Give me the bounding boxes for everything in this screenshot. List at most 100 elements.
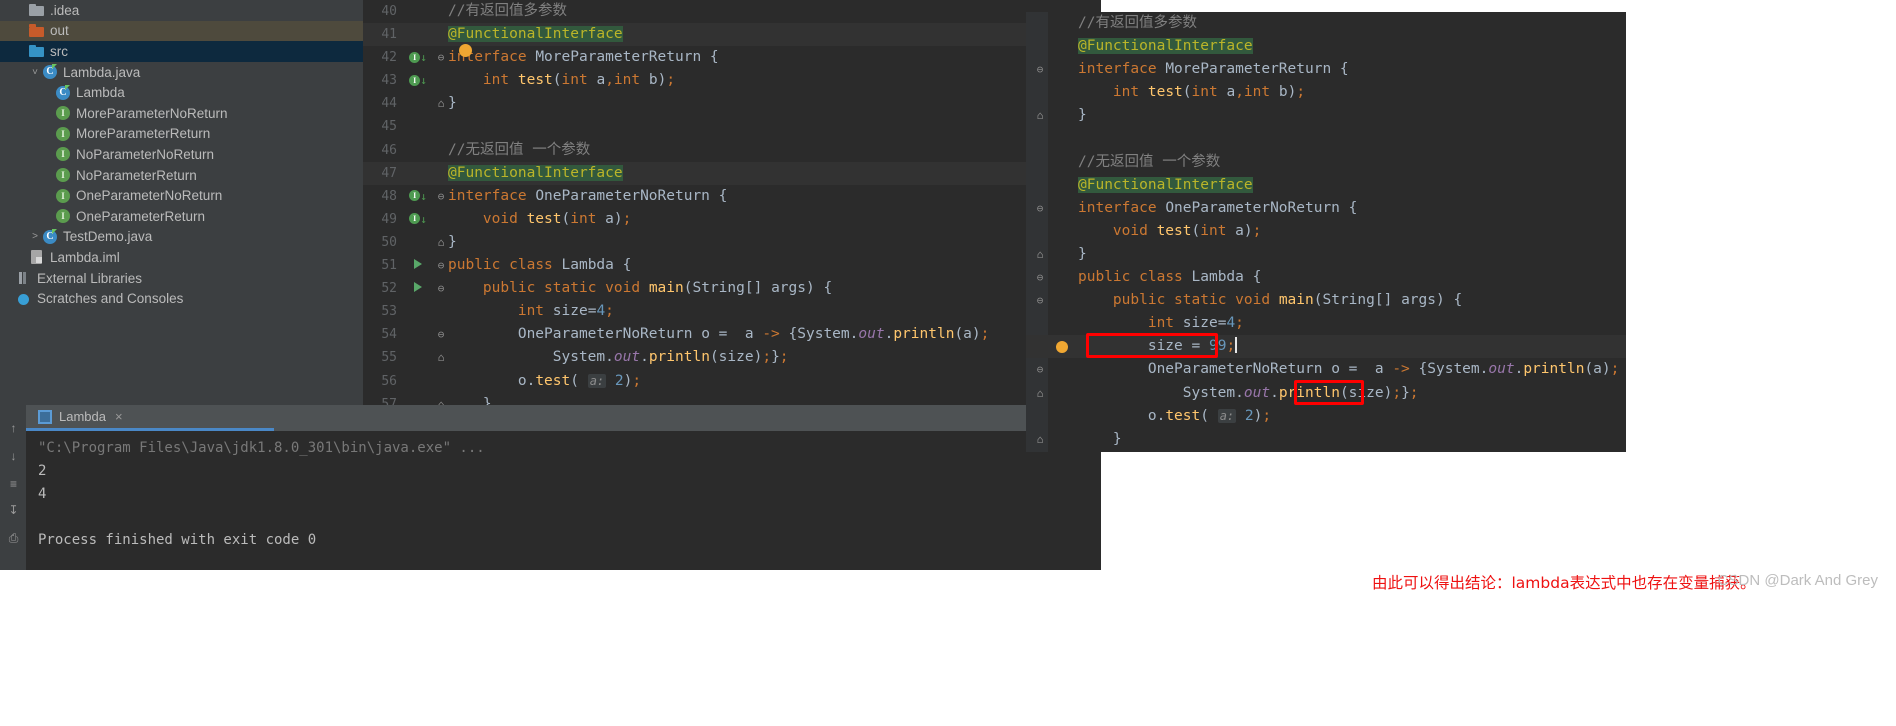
tree-item-src[interactable]: src: [0, 41, 363, 62]
library-icon: [16, 270, 32, 286]
implemented-gutter-icon[interactable]: I ↓: [407, 46, 429, 69]
editor-line-41[interactable]: 41 @FunctionalInterface: [363, 23, 1101, 47]
tree-item-lambda-java[interactable]: ˅ Lambda.java: [0, 62, 363, 83]
folder-blue-icon: [29, 43, 45, 59]
tree-item--idea[interactable]: .idea: [0, 0, 363, 21]
fold-end-icon[interactable]: ⌂: [435, 346, 447, 369]
editor-line-54[interactable]: 54 ⊖ OneParameterNoReturn o = a -> {Syste…: [363, 323, 1101, 346]
console-tab-label: Lambda: [59, 409, 106, 424]
overlay-line-9: void test(int a);: [1026, 220, 1626, 243]
tree-item-oneparameterreturn[interactable]: OneParameterReturn: [0, 206, 363, 227]
editor-line-55[interactable]: 55 ⌂ System.out.println(size);};: [363, 346, 1101, 369]
editor-line-53[interactable]: 53 int size=4;: [363, 300, 1101, 323]
tree-item-lambda-iml[interactable]: Lambda.iml: [0, 247, 363, 268]
scroll-down-icon[interactable]: ↓: [6, 449, 21, 464]
fold-end-icon[interactable]: ⌂: [435, 231, 447, 254]
tree-item-moreparameterreturn[interactable]: MoreParameterReturn: [0, 124, 363, 145]
run-gutter-icon[interactable]: [407, 277, 429, 300]
editor-line-49[interactable]: 49 I ↓ void test(int a);: [363, 208, 1101, 231]
tree-item-label: External Libraries: [37, 270, 143, 286]
code-text: int size=4;: [1147, 315, 1244, 332]
fold-collapse-icon[interactable]: ⊖: [435, 185, 447, 208]
editor-line-44[interactable]: 44 ⌂}: [363, 92, 1101, 115]
fold-collapse-icon[interactable]: ⊖: [435, 277, 447, 300]
editor-line-51[interactable]: 51 ⊖ public class Lambda {: [363, 254, 1101, 277]
code-text: int size=4;: [517, 303, 614, 320]
tree-item-label: Lambda.java: [63, 64, 141, 80]
interface-icon: [55, 146, 71, 162]
console-output[interactable]: "C:\Program Files\Java\jdk1.8.0_301\bin\…: [26, 431, 1101, 570]
interface-icon: [55, 188, 71, 204]
tree-item-label: OneParameterNoReturn: [76, 188, 223, 204]
line-number: 44: [381, 96, 397, 112]
tree-item-label: TestDemo.java: [63, 229, 153, 245]
tree-item-noparameterreturn[interactable]: NoParameterReturn: [0, 165, 363, 186]
scroll-up-icon[interactable]: ↑: [6, 421, 21, 436]
line-number: 52: [381, 281, 397, 297]
fold-collapse-icon[interactable]: ⊖: [435, 254, 447, 277]
ide-window: .idea out src ˅ Lambda.java Lambda MoreParamet…: [0, 0, 1101, 570]
intention-bulb-icon[interactable]: [459, 44, 472, 57]
fold-end-icon: ⌂: [1036, 247, 1044, 261]
code-text: }: [448, 233, 457, 250]
code-text: }: [1078, 107, 1087, 124]
implemented-gutter-icon[interactable]: I ↓: [407, 185, 429, 208]
tree-item-label: Lambda: [76, 85, 125, 101]
editor-line-52[interactable]: 52 ⊖ public static void main(String[] arg…: [363, 277, 1101, 300]
code-text: @FunctionalInterface: [448, 26, 623, 43]
line-number: 53: [381, 304, 397, 320]
chevron-right-icon[interactable]: ˃: [28, 231, 42, 242]
project-tree[interactable]: .idea out src ˅ Lambda.java Lambda MoreParamet…: [0, 0, 363, 405]
tree-item-label: Scratches and Consoles: [37, 291, 184, 307]
overlay-line-6: //无返回值 一个参数: [1026, 151, 1626, 174]
console-toolbar[interactable]: ↑ ↓ ≡ ↧ ⎙: [0, 405, 26, 570]
tree-item-testdemo-java[interactable]: ˃ TestDemo.java: [0, 227, 363, 248]
fold-collapse-icon[interactable]: ⊖: [435, 46, 447, 69]
java-class-icon: [55, 84, 71, 101]
editor-line-40[interactable]: 40 //有返回值多参数: [363, 0, 1101, 23]
java-class-icon: [42, 64, 58, 80]
editor-line-50[interactable]: 50 ⌂}: [363, 231, 1101, 254]
tree-item-scratches-and-consoles[interactable]: Scratches and Consoles: [0, 288, 363, 309]
tree-item-label: MoreParameterReturn: [76, 126, 211, 142]
line-number: 51: [381, 258, 397, 274]
watermark: CSDN @Dark And Grey: [1717, 572, 1878, 589]
editor-line-42[interactable]: 42 I ↓ ⊖ interface MoreParameterReturn {: [363, 46, 1101, 69]
code-text: public static void main(String[] args) {: [482, 280, 833, 297]
tree-item-label: OneParameterReturn: [76, 208, 206, 224]
editor-line-46[interactable]: 46 //无返回值 一个参数: [363, 139, 1101, 162]
overlay-line-7: @FunctionalInterface: [1026, 174, 1626, 197]
tree-item-oneparameternoreturn[interactable]: OneParameterNoReturn: [0, 185, 363, 206]
editor-line-43[interactable]: 43 I ↓ int test(int a,int b);: [363, 69, 1101, 92]
fold-end-icon[interactable]: ⌂: [435, 92, 447, 115]
chevron-down-icon[interactable]: ˅: [28, 67, 42, 78]
line-number: 41: [381, 27, 397, 43]
line-number: 42: [381, 50, 397, 66]
fold-collapse-icon[interactable]: ⊖: [435, 323, 447, 346]
tree-item-label: Lambda.iml: [50, 249, 120, 265]
scroll-end-icon[interactable]: ↧: [6, 503, 21, 518]
implemented-gutter-icon[interactable]: I ↓: [407, 69, 429, 92]
tree-item-lambda[interactable]: Lambda: [0, 82, 363, 103]
tree-item-noparameternoreturn[interactable]: NoParameterNoReturn: [0, 144, 363, 165]
tree-item-out[interactable]: out: [0, 20, 363, 42]
soft-wrap-icon[interactable]: ≡: [6, 477, 21, 492]
editor-line-56[interactable]: 56 o.test( a: 2);: [363, 370, 1101, 393]
implemented-gutter-icon[interactable]: I ↓: [407, 208, 429, 231]
print-icon[interactable]: ⎙: [6, 531, 21, 546]
fold-end-icon: ⌂: [1036, 109, 1044, 123]
code-editor[interactable]: 40//有返回值多参数 41 @FunctionalInterface 42 I ↓ ⊖ in…: [363, 0, 1101, 412]
code-text: //有返回值多参数: [1078, 15, 1197, 31]
tree-item-moreparameternoreturn[interactable]: MoreParameterNoReturn: [0, 103, 363, 124]
code-text: }: [1078, 245, 1087, 262]
tab-lambda[interactable]: Lambda ×: [26, 405, 274, 431]
tree-item-external-libraries[interactable]: External Libraries: [0, 268, 363, 289]
editor-line-45[interactable]: 45: [363, 115, 1101, 138]
code-text: }: [448, 95, 457, 112]
tree-item-label: NoParameterReturn: [76, 167, 197, 183]
editor-line-48[interactable]: 48 I ↓ ⊖ interface OneParameterNoReturn {: [363, 185, 1101, 208]
fold-collapse-icon: ⊖: [1036, 63, 1044, 77]
editor-line-47[interactable]: 47 @FunctionalInterface: [363, 161, 1101, 185]
close-icon[interactable]: ×: [115, 409, 123, 424]
run-gutter-icon[interactable]: [407, 254, 429, 277]
